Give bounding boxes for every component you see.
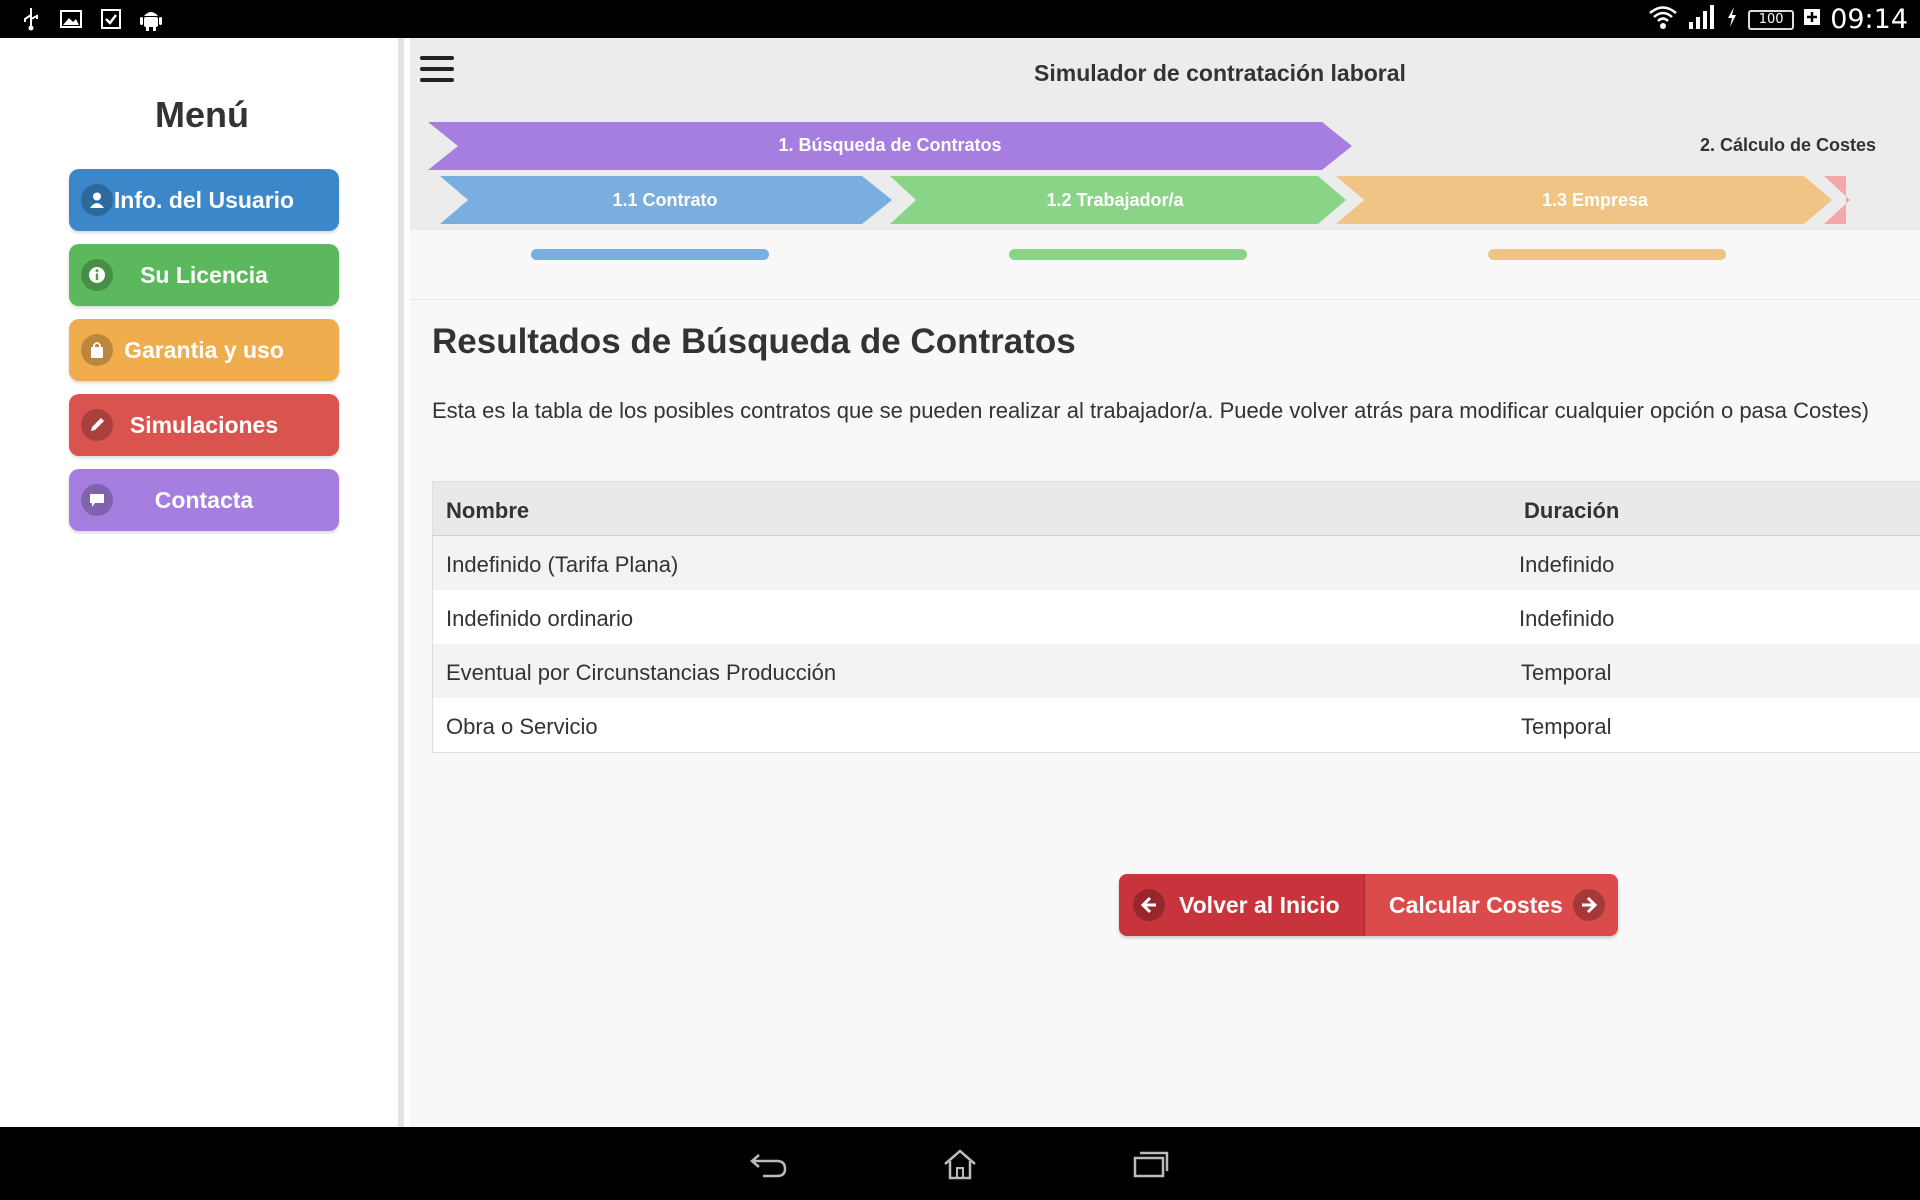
step-arrows: [428, 122, 1850, 224]
menu-item-simulations[interactable]: Simulaciones: [69, 394, 339, 456]
column-header-name[interactable]: Nombre: [446, 498, 529, 524]
app-title: Simulador de contratación laboral: [1034, 60, 1406, 86]
wifi-icon: [1648, 4, 1678, 35]
back-nav-icon[interactable]: [746, 1141, 792, 1187]
pencil-icon: [81, 409, 113, 441]
arrow-right-icon: [1573, 889, 1605, 921]
system-indicators: 100 09:14: [1648, 4, 1908, 35]
cell-name: Obra o Servicio: [446, 714, 598, 739]
page-description: Esta es la tabla de los posibles contrat…: [432, 398, 1869, 423]
cell-duration: Indefinido: [1519, 606, 1615, 631]
back-to-start-button[interactable]: Volver al Inicio: [1119, 874, 1364, 936]
cell-name: Indefinido (Tarifa Plana): [446, 552, 679, 577]
menu-title: Menú: [155, 94, 249, 135]
menu-item-license[interactable]: Su Licencia: [69, 244, 339, 306]
menu-item-contact[interactable]: Contacta: [69, 469, 339, 531]
shopping-bag-icon: [81, 334, 113, 366]
notification-icons: [18, 6, 164, 32]
charging-icon: [1726, 6, 1738, 33]
table-row[interactable]: Indefinido (Tarifa Plana) Indefinido: [433, 536, 1920, 590]
sidebar: Menú Info. del Usuario Su Licencia Garan…: [0, 38, 404, 1127]
menu-item-warranty[interactable]: Garantia y uso: [69, 319, 339, 381]
clock: 09:14: [1830, 4, 1908, 35]
cell-duration: Temporal: [1521, 714, 1612, 739]
menu-item-label: Info. del Usuario: [113, 186, 295, 213]
progress-indicators: [410, 230, 1920, 300]
substep-worker[interactable]: 1.2 Trabajador/a: [920, 190, 1310, 211]
menu-item-label: Simulaciones: [129, 411, 279, 438]
cell-duration: Indefinido: [1519, 552, 1615, 577]
status-bar: 100 09:14: [0, 0, 1920, 38]
image-icon: [58, 6, 84, 32]
cell-name: Indefinido ordinario: [446, 606, 634, 631]
calc-button-label: Calcular Costes: [1389, 891, 1563, 918]
checkbox-icon: [98, 6, 124, 32]
arrow-left-icon: [1133, 889, 1165, 921]
progress-bar-worker: [1009, 249, 1247, 260]
plus-icon: [1804, 9, 1821, 30]
usb-icon: [18, 6, 44, 32]
recent-apps-icon[interactable]: [1128, 1141, 1174, 1187]
column-header-duration[interactable]: Duración: [1524, 498, 1619, 524]
substep-company[interactable]: 1.3 Empresa: [1400, 190, 1790, 211]
progress-bar-contract: [531, 249, 769, 260]
table-row[interactable]: Indefinido ordinario Indefinido: [433, 590, 1920, 644]
battery-icon: 100: [1748, 9, 1795, 30]
table-row[interactable]: Eventual por Circunstancias Producción T…: [433, 644, 1920, 698]
substep-contract[interactable]: 1.1 Contrato: [470, 190, 860, 211]
cell-duration: Temporal: [1521, 660, 1612, 685]
home-nav-icon[interactable]: [937, 1141, 983, 1187]
menu-item-user-info[interactable]: Info. del Usuario: [69, 169, 339, 231]
contracts-table: Nombre Duración Indefinido (Tarifa Plana…: [432, 481, 1920, 753]
menu-item-label: Garantia y uso: [124, 336, 284, 363]
menu-item-label: Su Licencia: [140, 261, 268, 288]
menu-item-label: Contacta: [154, 486, 254, 513]
progress-bar-company: [1488, 249, 1726, 260]
table-header: Nombre Duración: [433, 482, 1920, 536]
signal-icon: [1688, 4, 1716, 35]
system-nav-bar: [0, 1127, 1920, 1200]
info-icon: [81, 259, 113, 291]
app-header: Simulador de contratación laboral: [410, 38, 1920, 106]
action-buttons: Volver al Inicio Calcular Costes: [1119, 874, 1618, 936]
table-row[interactable]: Obra o Servicio Temporal: [433, 698, 1920, 752]
android-icon: [138, 6, 164, 32]
back-button-label: Volver al Inicio: [1179, 891, 1340, 918]
cell-name: Eventual por Circunstancias Producción: [446, 660, 837, 685]
wizard-steps: 1. Búsqueda de Contratos 2. Cálculo de C…: [410, 106, 1920, 230]
hamburger-menu-icon[interactable]: [420, 56, 454, 86]
step-search[interactable]: 1. Búsqueda de Contratos: [570, 135, 1210, 156]
user-icon: [81, 184, 113, 216]
chat-icon: [81, 484, 113, 516]
page-title: Resultados de Búsqueda de Contratos: [432, 322, 1076, 361]
calculate-costs-button[interactable]: Calcular Costes: [1364, 874, 1618, 936]
main-content: Simulador de contratación laboral 1. Bús…: [410, 38, 1920, 1127]
step-costs[interactable]: 2. Cálculo de Costes: [1700, 135, 1920, 156]
